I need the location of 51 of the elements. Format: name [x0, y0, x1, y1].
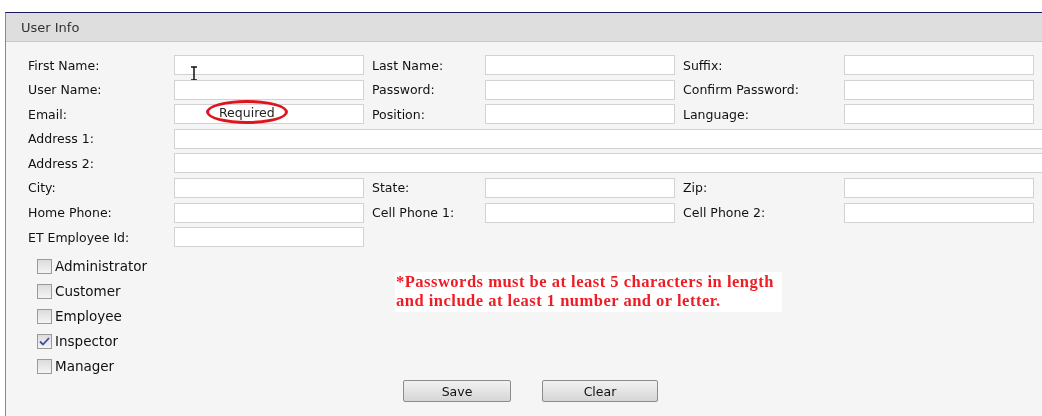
input-field[interactable]	[485, 79, 675, 100]
required-message: Required	[206, 100, 288, 125]
field-label: Language:	[682, 106, 750, 122]
checkbox-label: Customer	[55, 283, 121, 300]
input-field[interactable]	[844, 79, 1034, 100]
field-label: Home Phone:	[28, 205, 113, 221]
field-label: City:	[28, 180, 57, 196]
checkbox[interactable]	[37, 308, 52, 324]
input-field[interactable]	[844, 202, 1034, 223]
field-label: Confirm Password:	[682, 82, 800, 98]
field-label: Email:	[28, 106, 68, 122]
field-label: User Name:	[28, 82, 103, 98]
checkbox[interactable]	[37, 258, 52, 274]
input-field[interactable]	[174, 128, 1042, 149]
panel-title: User Info	[21, 19, 80, 35]
input-field[interactable]	[174, 153, 1042, 174]
input-field[interactable]	[174, 79, 364, 100]
field-label: Address 1:	[28, 131, 95, 147]
field-label: State:	[371, 180, 411, 196]
checkbox-label: Administrator	[55, 258, 148, 275]
field-label: Password:	[371, 82, 436, 98]
input-field[interactable]	[174, 104, 364, 125]
input-field[interactable]	[174, 55, 364, 75]
input-field[interactable]	[485, 104, 675, 125]
input-field[interactable]	[174, 202, 364, 223]
save-button[interactable]: Save	[403, 380, 511, 403]
password-note: *Passwords must be at least 5 characters in length and include at least 1 number and or letter.	[395, 272, 782, 313]
input-field[interactable]	[485, 55, 675, 75]
field-label: Cell Phone 2:	[682, 205, 767, 221]
field-label: ET Employee Id:	[28, 229, 131, 245]
input-field[interactable]	[485, 202, 675, 223]
checkbox[interactable]	[37, 358, 52, 374]
field-label: First Name:	[28, 57, 101, 73]
field-label: Suffix:	[682, 57, 724, 73]
field-label: Zip:	[682, 180, 709, 196]
checkbox[interactable]	[37, 333, 52, 349]
input-field[interactable]	[174, 177, 364, 198]
checkbox-label: Manager	[55, 358, 115, 375]
field-label: Cell Phone 1:	[371, 205, 456, 221]
field-label: Address 2:	[28, 155, 95, 171]
input-field[interactable]	[844, 55, 1034, 75]
input-field[interactable]	[174, 227, 364, 248]
input-field[interactable]	[844, 104, 1034, 125]
checkbox-label: Employee	[55, 308, 122, 325]
field-label: Position:	[371, 106, 426, 122]
clear-button[interactable]: Clear	[542, 380, 658, 403]
field-label: Last Name:	[371, 57, 445, 73]
checkbox[interactable]	[37, 283, 52, 299]
input-field[interactable]	[485, 177, 675, 198]
input-field[interactable]	[844, 177, 1034, 198]
checkbox-label: Inspector	[55, 333, 118, 350]
